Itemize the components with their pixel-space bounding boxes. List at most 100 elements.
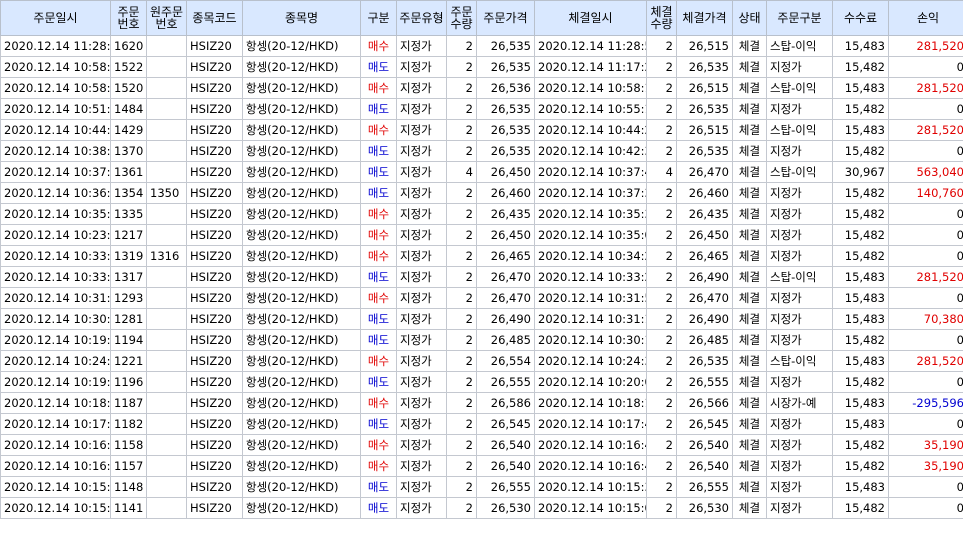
col-fill-time-cell: 2020.12.14 10:20:02: [534, 371, 647, 393]
col-order-qty-header[interactable]: 주문 수량: [446, 0, 477, 36]
col-symbol-code-cell: HSIZ20: [186, 182, 243, 204]
table-row[interactable]: 2020.12.14 10:17:471182 HSIZ20항셍(20-12/HK…: [0, 413, 963, 435]
col-order-time-header[interactable]: 주문일시: [0, 0, 111, 36]
table-row[interactable]: 2020.12.14 10:19:461196 HSIZ20항셍(20-12/HK…: [0, 371, 963, 393]
col-fill-price-cell: 26,465: [676, 245, 733, 267]
col-order-price-cell: 26,535: [476, 119, 535, 141]
col-pnl-cell: 0: [888, 287, 963, 309]
col-order-qty-cell: 2: [446, 287, 477, 309]
col-order-price-header[interactable]: 주문가격: [476, 0, 535, 36]
col-status-header[interactable]: 상태: [732, 0, 767, 36]
table-row[interactable]: 2020.12.14 10:30:471281 HSIZ20항셍(20-12/HK…: [0, 308, 963, 330]
table-row[interactable]: 2020.12.14 11:28:581620 HSIZ20항셍(20-12/HK…: [0, 35, 963, 57]
col-fee-cell: 30,967: [832, 161, 889, 183]
col-fill-qty-cell: 2: [646, 455, 677, 477]
table-row[interactable]: 2020.12.14 10:15:311148HSIZ20항셍(20-12/HK…: [0, 476, 963, 498]
col-pnl-header[interactable]: 손익: [888, 0, 963, 36]
table-row[interactable]: 2020.12.14 10:37:401361HSIZ20항셍(20-12/HK…: [0, 161, 963, 183]
col-fill-qty-header[interactable]: 체결 수량: [646, 0, 677, 36]
table-row[interactable]: 2020.12.14 10:33:271317HSIZ20항셍(20-12/HK…: [0, 266, 963, 288]
col-symbol-name-cell: 항셍(20-12/HKD): [242, 203, 361, 225]
col-orig-order-no-cell: [146, 161, 187, 183]
col-order-qty-cell: 2: [446, 476, 477, 498]
table-row[interactable]: 2020.12.14 10:36:5413541350HSIZ20항셍(20-1…: [0, 182, 963, 204]
col-symbol-name-cell: 항셍(20-12/HKD): [242, 77, 361, 99]
col-fill-price-header[interactable]: 체결가격: [676, 0, 733, 36]
col-fee-cell: 15,482: [832, 203, 889, 225]
col-fill-time-header[interactable]: 체결일시: [534, 0, 647, 36]
table-row[interactable]: 2020.12.14 10:35:201335 HSIZ20항셍(20-12/HK…: [0, 203, 963, 225]
col-order-type-cell: 지정가: [396, 497, 447, 519]
col-fill-price-cell: 26,460: [676, 182, 733, 204]
col-fill-price-cell: 26,535: [676, 350, 733, 372]
col-order-no-cell: 1141: [110, 497, 147, 519]
col-order-class-header[interactable]: 주문구분: [766, 0, 833, 36]
col-order-type-header[interactable]: 주문유형: [396, 0, 447, 36]
table-row[interactable]: 2020.12.14 10:31:501293 HSIZ20항셍(20-12/HK…: [0, 287, 963, 309]
table-row[interactable]: 2020.12.14 10:44:291429HSIZ20항셍(20-12/HK…: [0, 119, 963, 141]
col-fill-time-cell: 2020.12.14 11:28:59: [534, 35, 647, 57]
col-order-class-cell: 스탑-이익: [766, 119, 833, 141]
table-row[interactable]: 2020.12.14 10:15:041141 HSIZ20항셍(20-12/HK…: [0, 497, 963, 519]
table-row[interactable]: 2020.12.14 10:33:3313191316HSIZ20항셍(20-1…: [0, 245, 963, 267]
col-order-time-cell: 2020.12.14 10:37:40: [0, 161, 111, 183]
col-symbol-code-cell: HSIZ20: [186, 392, 243, 414]
col-fill-qty-cell: 2: [646, 224, 677, 246]
col-symbol-name-header[interactable]: 종목명: [242, 0, 361, 36]
col-fill-qty-cell: 2: [646, 56, 677, 78]
col-orig-order-no-cell: 1350: [146, 182, 187, 204]
col-order-no-cell: 1361: [110, 161, 147, 183]
col-order-price-cell: 26,540: [476, 455, 535, 477]
col-fee-cell: 15,483: [832, 413, 889, 435]
col-orig-order-no-cell: [146, 140, 187, 162]
table-row[interactable]: 2020.12.14 10:51:131484 HSIZ20항셍(20-12/HK…: [0, 98, 963, 120]
col-pnl-cell: 0: [888, 224, 963, 246]
col-symbol-code-cell: HSIZ20: [186, 98, 243, 120]
col-order-no-header[interactable]: 주문 번호: [110, 0, 147, 36]
col-order-type-cell: 지정가: [396, 98, 447, 120]
table-row[interactable]: 2020.12.14 10:24:311221HSIZ20항셍(20-12/HK…: [0, 350, 963, 372]
col-fill-price-cell: 26,535: [676, 98, 733, 120]
col-fee-header[interactable]: 수수료: [832, 0, 889, 36]
col-fill-qty-cell: 2: [646, 350, 677, 372]
col-fill-price-cell: 26,470: [676, 161, 733, 183]
col-order-price-cell: 26,460: [476, 182, 535, 204]
col-order-class-cell: 지정가: [766, 434, 833, 456]
col-symbol-code-cell: HSIZ20: [186, 35, 243, 57]
table-row[interactable]: 2020.12.14 10:58:141520HSIZ20항셍(20-12/HK…: [0, 77, 963, 99]
col-order-price-cell: 26,535: [476, 98, 535, 120]
col-pnl-cell: 0: [888, 497, 963, 519]
col-order-class-cell: 지정가: [766, 182, 833, 204]
table-row[interactable]: 2020.12.14 10:16:321158 HSIZ20항셍(20-12/HK…: [0, 434, 963, 456]
table-row[interactable]: 2020.12.14 10:38:361370 HSIZ20항셍(20-12/HK…: [0, 140, 963, 162]
col-pnl-cell: 281,520: [888, 266, 963, 288]
col-fee-cell: 15,482: [832, 455, 889, 477]
col-orig-order-no-cell: [146, 119, 187, 141]
col-order-type-cell: 지정가: [396, 224, 447, 246]
col-symbol-code-cell: HSIZ20: [186, 140, 243, 162]
col-fill-qty-cell: 2: [646, 266, 677, 288]
table-row[interactable]: 2020.12.14 10:23:271217 HSIZ20항셍(20-12/HK…: [0, 224, 963, 246]
col-side-cell: 매도: [360, 98, 397, 120]
table-row[interactable]: 2020.12.14 10:18:121187 HSIZ20항셍(20-12/HK…: [0, 392, 963, 414]
col-symbol-code-header[interactable]: 종목코드: [186, 0, 243, 36]
col-side-header[interactable]: 구분: [360, 0, 397, 36]
col-order-time-cell: 2020.12.14 10:58:19: [0, 56, 111, 78]
col-order-time-cell: 2020.12.14 10:17:47: [0, 413, 111, 435]
col-orig-order-no-cell: [146, 203, 187, 225]
table-row[interactable]: 2020.12.14 10:16:311157 HSIZ20항셍(20-12/HK…: [0, 455, 963, 477]
col-fill-price-cell: 26,515: [676, 119, 733, 141]
col-fill-price-cell: 26,490: [676, 266, 733, 288]
col-orig-order-no-cell: [146, 329, 187, 351]
col-orig-order-no-header[interactable]: 원주문 번호: [146, 0, 187, 36]
table-row[interactable]: 2020.12.14 10:58:191522 HSIZ20항셍(20-12/HK…: [0, 56, 963, 78]
col-fill-time-cell: 2020.12.14 10:55:14: [534, 98, 647, 120]
col-pnl-cell: -295,596: [888, 392, 963, 414]
col-order-no-cell: 1182: [110, 413, 147, 435]
col-order-price-cell: 26,586: [476, 392, 535, 414]
col-side-cell: 매수: [360, 203, 397, 225]
col-symbol-code-cell: HSIZ20: [186, 245, 243, 267]
col-side-cell: 매수: [360, 287, 397, 309]
table-row[interactable]: 2020.12.14 10:19:241194 HSIZ20항셍(20-12/HK…: [0, 329, 963, 351]
col-status-cell: 체결: [732, 350, 767, 372]
